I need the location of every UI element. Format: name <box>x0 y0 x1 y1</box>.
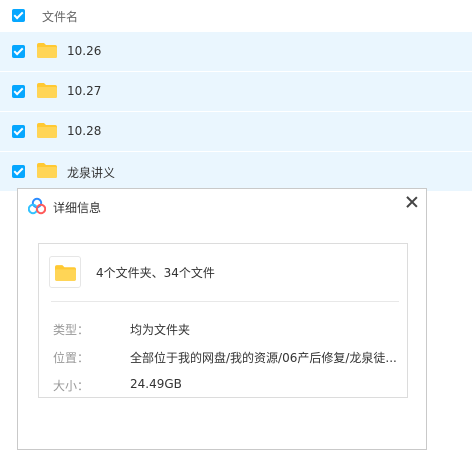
row-checkbox[interactable] <box>12 165 25 178</box>
location-label: 位置： <box>53 351 90 365</box>
file-list-header: 文件名 <box>0 0 472 32</box>
selection-summary: 4个文件夹、34个文件 <box>96 266 215 280</box>
file-row[interactable]: 10.26 <box>0 32 472 72</box>
row-checkbox[interactable] <box>12 85 25 98</box>
folder-icon <box>37 83 57 98</box>
size-value: 24.49GB <box>130 377 182 391</box>
folder-icon <box>55 265 76 281</box>
select-all-checkbox[interactable] <box>12 9 25 22</box>
folder-icon <box>37 123 57 138</box>
file-name[interactable]: 10.26 <box>67 44 101 58</box>
location-value[interactable]: 全部位于我的网盘/我的资源/06产后修复/龙泉徒... <box>130 349 400 366</box>
file-name[interactable]: 龙泉讲义 <box>67 164 115 181</box>
row-checkbox[interactable] <box>12 45 25 58</box>
details-dialog: 详细信息 4个文件夹、34个文件 类型： 均为文件夹 位置： 全部位于我的网盘/… <box>17 188 427 450</box>
details-panel: 4个文件夹、34个文件 类型： 均为文件夹 位置： 全部位于我的网盘/我的资源/… <box>38 243 408 398</box>
file-row[interactable]: 10.28 <box>0 112 472 152</box>
type-value: 均为文件夹 <box>130 323 191 337</box>
column-header-filename[interactable]: 文件名 <box>42 8 78 25</box>
close-icon[interactable] <box>404 194 420 210</box>
file-row[interactable]: 10.27 <box>0 72 472 112</box>
folder-icon <box>37 43 57 58</box>
file-name[interactable]: 10.27 <box>67 84 101 98</box>
baidu-netdisk-logo-icon <box>28 197 46 215</box>
row-checkbox[interactable] <box>12 125 25 138</box>
size-label: 大小： <box>53 379 90 393</box>
dialog-title: 详细信息 <box>53 201 102 215</box>
selection-thumbnail <box>49 256 81 288</box>
divider <box>51 301 399 302</box>
file-name[interactable]: 10.28 <box>67 124 101 138</box>
type-label: 类型： <box>53 323 90 337</box>
folder-icon <box>37 163 57 178</box>
file-row[interactable]: 龙泉讲义 <box>0 152 472 192</box>
